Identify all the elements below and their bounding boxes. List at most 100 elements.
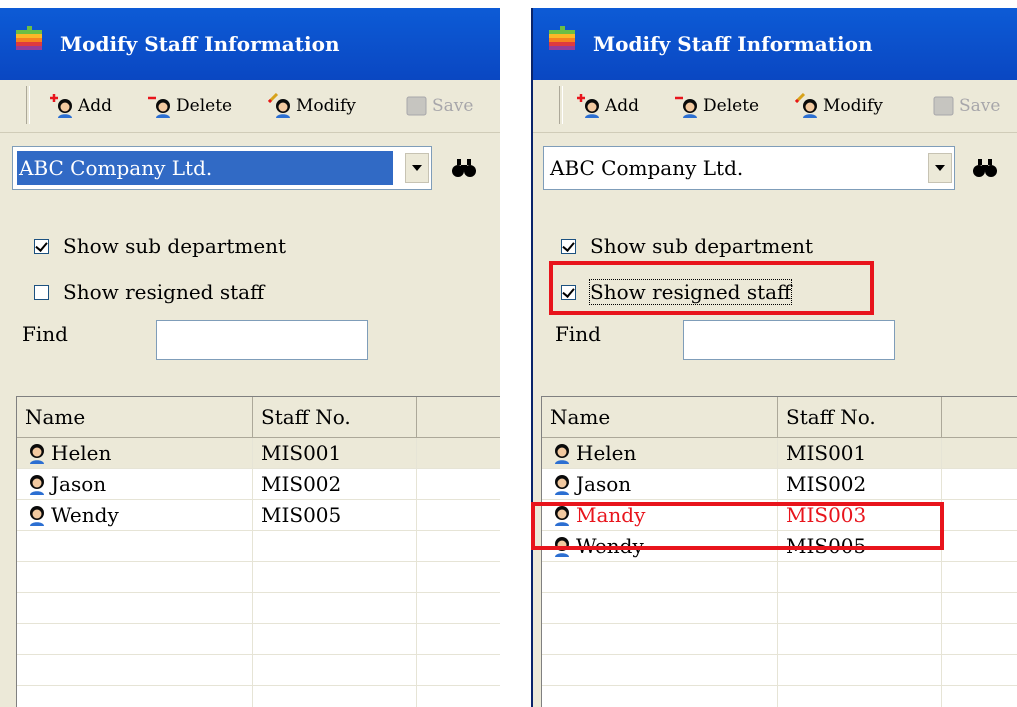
staff-name: Jason: [576, 472, 632, 496]
empty-row: [17, 562, 500, 593]
company-row: ABC Company Ltd.: [533, 132, 1017, 204]
person-icon: [555, 537, 569, 557]
show-sub-department-label: Show sub department: [590, 234, 814, 258]
dropdown-arrow[interactable]: [928, 153, 952, 183]
person-icon: [555, 444, 569, 464]
staff-number: MIS001: [778, 438, 942, 468]
apple-logo-icon: [16, 26, 42, 50]
chevron-down-icon: [935, 165, 945, 171]
toolbar: Add Delete Modify Save: [533, 80, 1017, 133]
empty-row: [17, 655, 500, 686]
column-header-staff-no[interactable]: Staff No.: [778, 397, 942, 437]
find-company-button[interactable]: [444, 150, 484, 186]
staff-number: MIS005: [253, 500, 417, 530]
column-header-name[interactable]: Name: [17, 397, 253, 437]
delete-person-icon: [148, 96, 170, 118]
modify-button[interactable]: Modify: [795, 92, 883, 120]
binoculars-icon: [973, 159, 997, 177]
column-header-name[interactable]: Name: [542, 397, 778, 437]
find-input[interactable]: [156, 320, 368, 360]
show-sub-department-label: Show sub department: [63, 234, 287, 258]
table-row[interactable]: Jason MIS002: [17, 469, 500, 500]
table-row[interactable]: Helen MIS001: [542, 438, 1017, 469]
empty-row: [542, 562, 1017, 593]
empty-row: [542, 686, 1017, 707]
apple-logo-icon: [549, 26, 575, 50]
save-button[interactable]: Save: [931, 92, 1000, 120]
delete-button[interactable]: Delete: [148, 92, 232, 120]
table-row[interactable]: Jason MIS002: [542, 469, 1017, 500]
empty-row: [542, 624, 1017, 655]
column-header-staff-no[interactable]: Staff No.: [253, 397, 417, 437]
modify-button[interactable]: Modify: [268, 92, 356, 120]
show-resigned-staff-option[interactable]: Show resigned staff: [561, 279, 793, 305]
table-row[interactable]: Wendy MIS005: [17, 500, 500, 531]
toolbar: Add Delete Modify Save: [0, 80, 500, 133]
title-bar: Modify Staff Information: [533, 8, 1017, 80]
person-icon: [30, 506, 44, 526]
staff-name: Jason: [51, 472, 107, 496]
grid-header: Name Staff No.: [542, 397, 1017, 438]
company-dropdown[interactable]: ABC Company Ltd.: [543, 146, 955, 190]
company-dropdown[interactable]: ABC Company Ltd.: [12, 146, 432, 190]
grid-header: Name Staff No.: [17, 397, 500, 438]
show-sub-department-checkbox[interactable]: [561, 238, 576, 254]
save-icon: [933, 96, 954, 116]
staff-window-after: Modify Staff Information Add Delete Modi…: [531, 8, 1017, 707]
staff-name: Helen: [576, 441, 637, 465]
add-button[interactable]: Add: [577, 92, 639, 120]
empty-row: [17, 624, 500, 655]
table-row[interactable]: Wendy MIS005: [542, 531, 1017, 562]
staff-name: Wendy: [576, 534, 644, 558]
staff-number: MIS002: [253, 469, 417, 499]
add-person-icon: [50, 94, 72, 118]
table-row-resigned[interactable]: Mandy MIS003: [542, 500, 1017, 531]
company-row: ABC Company Ltd.: [0, 132, 500, 204]
window-title: Modify Staff Information: [60, 32, 340, 56]
find-label: Find: [555, 322, 601, 346]
staff-number: MIS001: [253, 438, 417, 468]
toolbar-grip[interactable]: [26, 86, 30, 124]
show-resigned-staff-label: Show resigned staff: [63, 280, 265, 304]
person-icon: [30, 475, 44, 495]
binoculars-icon: [452, 159, 476, 177]
staff-grid: Name Staff No. Helen MIS001 Jason MIS002…: [541, 396, 1017, 707]
person-icon: [555, 475, 569, 495]
staff-name: Mandy: [576, 503, 646, 527]
show-sub-department-checkbox[interactable]: [34, 238, 49, 254]
show-sub-department-option[interactable]: Show sub department: [34, 234, 286, 258]
title-bar: Modify Staff Information: [0, 8, 500, 80]
toolbar-grip[interactable]: [559, 86, 563, 124]
staff-number: MIS003: [778, 500, 942, 530]
staff-number: MIS002: [778, 469, 942, 499]
empty-row: [17, 686, 500, 707]
dropdown-arrow[interactable]: [405, 153, 429, 183]
show-resigned-staff-checkbox[interactable]: [34, 284, 49, 300]
staff-grid: Name Staff No. Helen MIS001 Jason MIS002…: [16, 396, 500, 707]
add-button[interactable]: Add: [50, 92, 112, 120]
chevron-down-icon: [412, 165, 422, 171]
modify-person-icon: [795, 93, 817, 118]
person-icon: [555, 506, 569, 526]
empty-row: [542, 655, 1017, 686]
save-icon: [406, 96, 427, 116]
show-resigned-staff-checkbox[interactable]: [561, 284, 576, 300]
empty-row: [17, 531, 500, 562]
save-button[interactable]: Save: [404, 92, 473, 120]
show-resigned-staff-label: Show resigned staff: [588, 279, 793, 305]
staff-window-before: Modify Staff Information Add Delete Modi…: [0, 8, 500, 707]
find-input[interactable]: [683, 320, 895, 360]
delete-button[interactable]: Delete: [675, 92, 759, 120]
empty-row: [17, 593, 500, 624]
find-company-button[interactable]: [965, 150, 1005, 186]
show-sub-department-option[interactable]: Show sub department: [561, 234, 813, 258]
delete-person-icon: [675, 96, 697, 118]
show-resigned-staff-option[interactable]: Show resigned staff: [34, 280, 264, 304]
staff-name: Wendy: [51, 503, 119, 527]
company-selected-value: ABC Company Ltd.: [17, 151, 393, 185]
table-row[interactable]: Helen MIS001: [17, 438, 500, 469]
staff-number: MIS005: [778, 531, 942, 561]
window-title: Modify Staff Information: [593, 32, 873, 56]
add-person-icon: [577, 94, 599, 118]
find-label: Find: [22, 322, 68, 346]
